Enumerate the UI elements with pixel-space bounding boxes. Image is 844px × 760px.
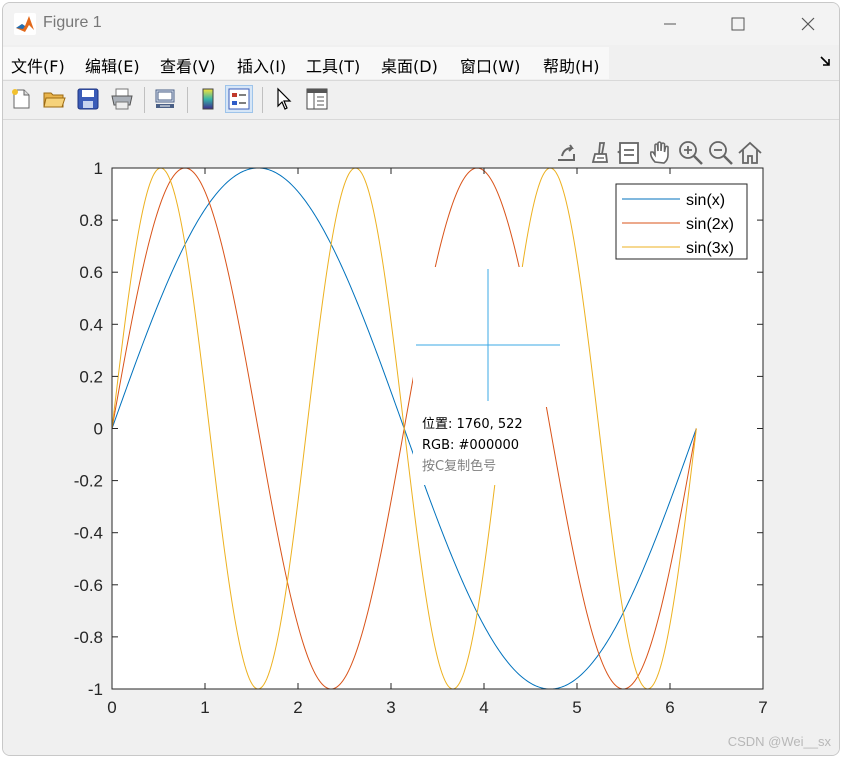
y-tick-label: -0.4 [74, 524, 103, 543]
x-tick-label: 6 [665, 698, 674, 717]
x-tick-label: 5 [572, 698, 581, 717]
color-picker-position: 位置: 1760, 522 [422, 417, 523, 432]
y-tick-label: 0.8 [79, 211, 103, 230]
color-picker-hint: 按C复制色号 [422, 459, 497, 474]
y-tick-label: 0.6 [79, 263, 103, 282]
figure-window: Figure 1 文件(F) 编辑(E) 查看(V) 插入(I) 工具(T) 桌… [2, 2, 840, 756]
color-picker-rgb: RGB: #000000 [422, 438, 520, 453]
y-tick-label: -0.6 [74, 576, 103, 595]
x-tick-label: 1 [200, 698, 209, 717]
x-tick-label: 2 [293, 698, 302, 717]
y-tick-label: 0.2 [79, 367, 103, 386]
legend-label: sin(x) [686, 192, 725, 209]
y-tick-label: 1 [94, 159, 103, 178]
x-tick-label: 3 [386, 698, 395, 717]
x-tick-label: 7 [758, 698, 767, 717]
y-tick-label: -0.2 [74, 472, 103, 491]
color-picker-readout: 位置: 1760, 522 RGB: #000000 按C复制色号 [422, 414, 523, 477]
x-tick-label: 0 [107, 698, 116, 717]
x-tick-label: 4 [479, 698, 488, 717]
y-tick-label: -1 [88, 680, 103, 699]
watermark: CSDN @Wei__sx [727, 734, 831, 749]
legend-label: sin(2x) [686, 216, 734, 233]
legend-label: sin(3x) [686, 240, 734, 257]
line-chart: 0 1 2 3 4 5 6 7 -1 -0.8 -0.6 -0.4 -0.2 0 0.2 0.4 0.6 0.8 1… [74, 159, 768, 717]
y-tick-label: -0.8 [74, 628, 103, 647]
y-tick-label: 0.4 [79, 315, 103, 334]
y-tick-label: 0 [94, 420, 103, 439]
